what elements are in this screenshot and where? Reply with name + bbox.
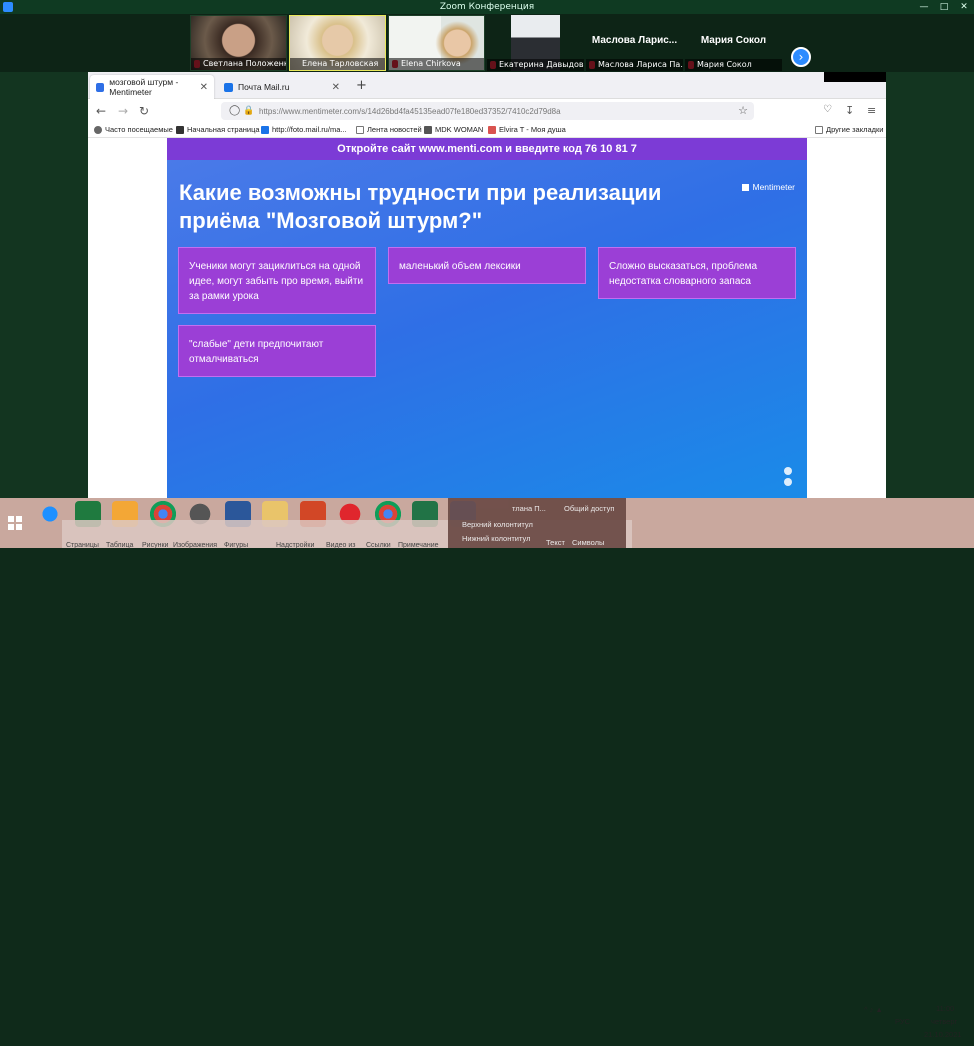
page-content: Откройте сайт www.menti.com и введите ко… <box>88 138 886 498</box>
bookmark-favicon-icon <box>488 125 496 134</box>
slide-controls <box>782 467 794 486</box>
mentimeter-favicon-icon <box>96 82 105 92</box>
bookmark-item[interactable]: http://foto.mail.ru/ma... <box>261 125 347 134</box>
url-bar[interactable]: ◯ 🔒 https://www.mentimeter.com/s/14d26bd… <box>221 102 754 120</box>
ribbon-item[interactable]: Текст <box>546 538 565 547</box>
close-tab-icon[interactable]: ✕ <box>332 82 340 93</box>
close-icon[interactable]: ✕ <box>954 0 974 14</box>
tray-icons[interactable]: ^ ♪ ▲ <box>864 1005 883 1014</box>
tab-label: Почта Mail.ru <box>238 82 290 92</box>
language-indicator[interactable]: РУС <box>895 1017 910 1026</box>
participant-tile[interactable]: Маслова Ларис... Маслова Ларисa Па... <box>586 15 683 71</box>
response-card: Ученики могут зациклиться на одной идее,… <box>178 247 376 314</box>
window-controls: — □ ✕ <box>914 0 974 14</box>
gear-icon <box>94 125 102 134</box>
share-button[interactable]: Общий доступ <box>564 504 614 513</box>
browser-window: мозговой штурм - Mentimeter ✕ Почта Mail… <box>88 72 886 498</box>
response-card: маленький объем лексики <box>388 247 586 284</box>
bookmark-item[interactable]: Лента новостей <box>356 125 422 134</box>
folder-icon <box>356 125 364 134</box>
close-tab-icon[interactable]: ✕ <box>200 82 208 93</box>
download-icon[interactable]: ↧ <box>845 104 854 117</box>
header-option[interactable]: Верхний колонтитул <box>462 520 533 529</box>
participant-display-name: Маслова Ларис... <box>591 35 678 46</box>
ie-icon[interactable] <box>37 501 63 527</box>
clock-day: четверг <box>931 1017 958 1026</box>
participant-name: Екатерина Давыдова <box>487 59 584 71</box>
participant-name: Светлана Положенк... <box>191 58 286 70</box>
folder-icon <box>815 125 823 134</box>
participant-strip: Светлана Положенк... Елена Тарловская El… <box>0 14 974 72</box>
participant-name: Елена Тарловская <box>290 58 385 70</box>
clock-time[interactable]: 11:00 <box>936 1004 954 1013</box>
participant-name: Elena Chirkova <box>389 58 484 70</box>
tab-label: мозговой штурм - Mentimeter <box>109 77 179 97</box>
reaction-icon[interactable] <box>784 467 792 475</box>
participant-name: Мария Сокол <box>685 59 782 71</box>
back-icon[interactable]: ← <box>96 104 106 118</box>
participant-display-name: Мария Сокол <box>700 35 767 46</box>
user-icon[interactable] <box>784 478 792 486</box>
nav-bar: ← → ↻ ◯ 🔒 https://www.mentimeter.com/s/1… <box>88 99 886 123</box>
forward-icon[interactable]: → <box>118 104 128 118</box>
response-card: "слабые" дети предпочитают отмалчиваться <box>178 325 376 377</box>
chevron-right-icon: › <box>798 50 804 64</box>
response-card: Сложно высказаться, проблема недостатка … <box>598 247 796 299</box>
maximize-icon[interactable]: □ <box>934 0 954 14</box>
menu-icon[interactable]: ≡ <box>867 104 876 117</box>
bookmark-item[interactable]: Начальная страница <box>176 125 260 134</box>
ribbon-item[interactable]: Символы <box>572 538 604 547</box>
tab-bar: мозговой штурм - Mentimeter ✕ Почта Mail… <box>88 72 886 99</box>
windows-logo-icon <box>8 516 22 530</box>
zoom-titlebar: Zoom Конференция — □ ✕ <box>0 0 974 14</box>
minimize-icon[interactable]: — <box>914 0 934 14</box>
bookmark-item[interactable]: Elvira T - Моя душа <box>488 125 566 134</box>
system-tray: ^ ♪ ▲ РУС 11:00 четверг 21.10.2021 <box>844 996 974 1046</box>
reload-icon[interactable]: ↻ <box>139 104 149 118</box>
pocket-icon[interactable]: ♡ <box>823 104 832 115</box>
bookmark-item[interactable]: MDK WOMAN <box>424 125 483 134</box>
participant-name: Маслова Ларисa Па... <box>586 59 683 71</box>
mentimeter-logo-icon <box>742 183 750 191</box>
bookmark-star-icon[interactable]: ☆ <box>738 104 748 117</box>
participant-tile[interactable]: Екатерина Давыдова <box>487 15 584 71</box>
mail-favicon-icon <box>224 82 233 92</box>
start-button[interactable] <box>0 498 30 548</box>
bookmark-favicon-icon <box>176 125 184 134</box>
presentation-slide: Какие возможны трудности при реализации … <box>167 160 807 498</box>
mail-favicon-icon <box>261 125 269 134</box>
bookmark-favicon-icon <box>424 125 432 134</box>
overlay-block <box>824 72 886 82</box>
word-window-overlay: тлана П... Общий доступ Верхний колонтит… <box>448 498 626 548</box>
bookmarks-bar: Часто посещаемые Начальная страница http… <box>88 123 886 138</box>
participant-tile[interactable]: Светлана Положенк... <box>190 15 287 71</box>
bookmark-item[interactable]: Другие закладки <box>815 125 883 134</box>
zoom-window-title: Zoom Конференция <box>439 2 535 12</box>
tab-mail[interactable]: Почта Mail.ru ✕ <box>218 75 346 99</box>
participant-tile[interactable]: Мария Сокол Мария Сокол <box>685 15 782 71</box>
bookmark-item[interactable]: Часто посещаемые <box>94 125 173 134</box>
participant-tile[interactable]: Елена Тарловская <box>289 15 386 71</box>
mentimeter-brand: Mentimeter <box>742 182 795 192</box>
url-text: https://www.mentimeter.com/s/14d26bd4fa4… <box>259 106 561 116</box>
lock-icon[interactable]: 🔒 <box>243 105 254 116</box>
slide-title: Какие возможны трудности при реализации … <box>179 180 662 233</box>
user-name: тлана П... <box>512 504 546 513</box>
join-banner: Откройте сайт www.menti.com и введите ко… <box>167 138 807 160</box>
new-tab-button[interactable]: + <box>356 78 367 93</box>
zoom-app-icon <box>3 2 13 12</box>
next-participants-button[interactable]: › <box>791 47 811 67</box>
tab-mentimeter[interactable]: мозговой штурм - Mentimeter ✕ <box>90 75 214 99</box>
clock-date: 21.10.2021 <box>924 1030 962 1039</box>
shield-icon[interactable]: ◯ <box>229 105 240 116</box>
footer-option[interactable]: Нижний колонтитул <box>462 534 530 543</box>
participant-tile[interactable]: Elena Chirkova <box>388 15 485 71</box>
